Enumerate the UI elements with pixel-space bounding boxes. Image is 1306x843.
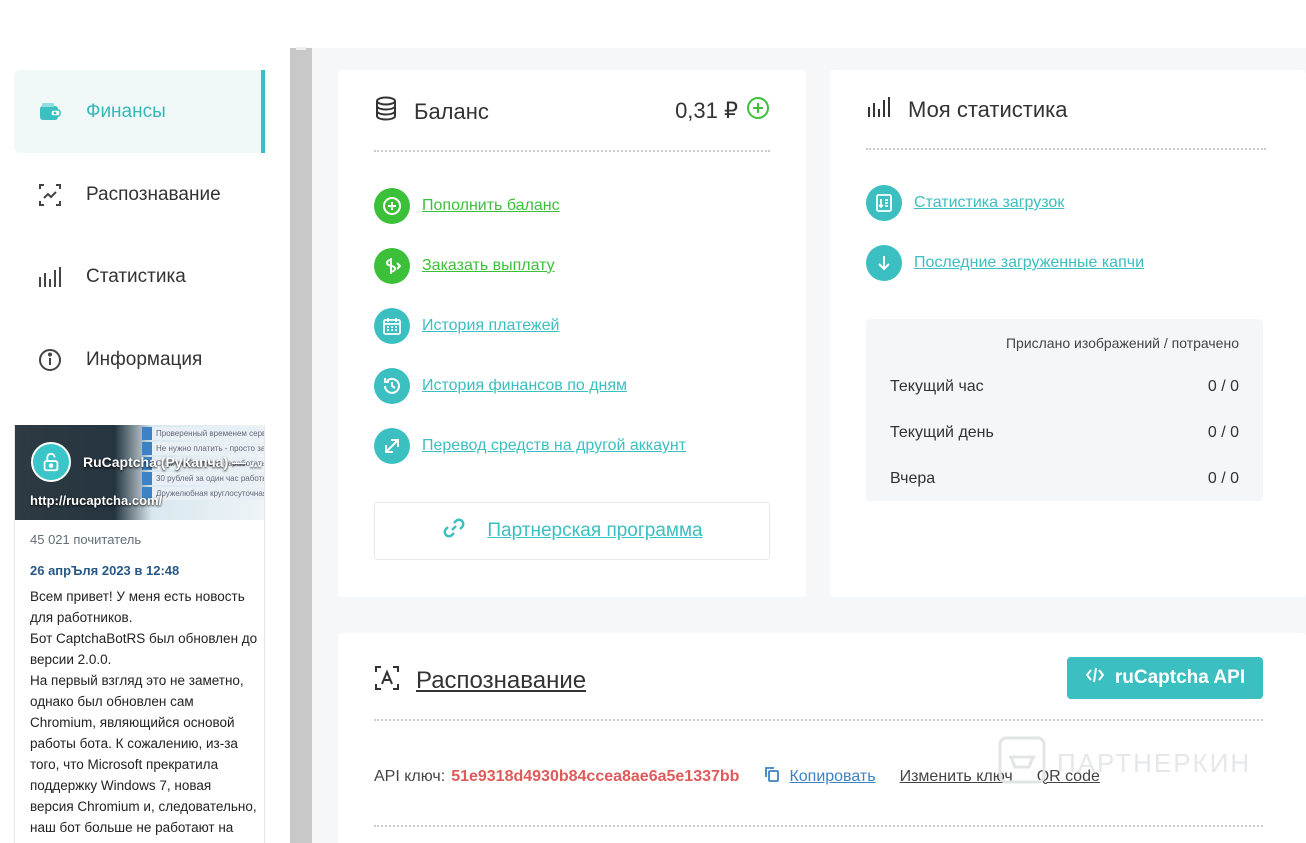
finance-history-link[interactable]: История финансов по дням [374, 368, 627, 404]
scrollbar[interactable] [290, 48, 312, 843]
partner-program-button[interactable]: Партнерская программа [374, 502, 770, 560]
transfer-funds-link[interactable]: Перевод средств на другой аккаунт [374, 428, 686, 464]
sidebar-item-label: Распознавание [86, 183, 221, 205]
vk-followers: 45 021 почитатель [30, 532, 142, 547]
scrollbar-arrow[interactable] [296, 47, 306, 50]
vk-post-text: Всем привет! У меня есть новость для раб… [30, 589, 258, 835]
api-key-row: API ключ: 51e9318d4930b84ccea8ae6a5e1337… [374, 765, 1100, 788]
recognition-header: Распознавание ruCaptcha API [374, 657, 1263, 721]
watermark: ПАРТНЕРКИН [997, 735, 1251, 792]
code-icon [1085, 665, 1105, 691]
balance-title: Баланс [414, 99, 489, 124]
watermark-logo-icon [997, 735, 1047, 792]
dollar-arrow-icon [374, 248, 410, 284]
calendar-icon [374, 308, 410, 344]
main-content: Баланс 0,31 ₽ Пополнить баланс Заказать … [312, 48, 1306, 843]
vk-banner[interactable]: Проверенный временем серви Не нужно плат… [15, 425, 264, 520]
transfer-arrows-icon [374, 428, 410, 464]
lock-logo-icon [31, 442, 71, 482]
api-key-label: API ключ: [374, 767, 446, 785]
add-balance-icon[interactable] [746, 96, 770, 126]
sidebar-item-label: Информация [86, 348, 203, 370]
vk-community-widget: Проверенный временем серви Не нужно плат… [14, 425, 265, 843]
sidebar-item-recognition[interactable]: Распознавание [14, 153, 265, 236]
link-chain-icon [441, 515, 467, 547]
info-icon [36, 346, 64, 374]
upload-stats-icon [866, 185, 902, 221]
balance-amount: 0,31 ₽ [675, 98, 738, 123]
payment-history-link[interactable]: История платежей [374, 308, 559, 344]
text-recognition-icon [374, 665, 400, 697]
recognition-title[interactable]: Распознавание [416, 667, 586, 695]
table-row: Вчера 0 / 0 [890, 470, 1239, 487]
bar-chart-icon [866, 94, 892, 126]
copy-icon[interactable] [763, 765, 781, 788]
sidebar-item-info[interactable]: Информация [14, 318, 265, 401]
vk-post-date[interactable]: 26 апрЪля 2023 в 12:48 [15, 547, 264, 578]
bar-chart-icon [36, 263, 64, 291]
sidebar-item-label: Статистика [86, 265, 186, 287]
latest-captchas-link[interactable]: Последние загруженные капчи [866, 245, 1144, 281]
table-row: Текущий час 0 / 0 [890, 378, 1239, 395]
stats-header: Моя статистика [866, 94, 1266, 150]
topup-balance-link[interactable]: Пополнить баланс [374, 188, 560, 224]
stats-card: Моя статистика Статистика загрузок После… [830, 70, 1306, 597]
sidebar: Финансы Распознавание Статистика Информа… [0, 0, 290, 843]
table-row: Текущий день 0 / 0 [890, 424, 1239, 441]
balance-header: Баланс 0,31 ₽ [374, 96, 770, 152]
wallet-icon [36, 98, 64, 126]
change-key-link[interactable]: Изменить ключ [900, 768, 1013, 786]
plus-circle-icon [374, 188, 410, 224]
coins-icon [374, 96, 398, 128]
balance-card: Баланс 0,31 ₽ Пополнить баланс Заказать … [338, 70, 806, 597]
upload-stats-link[interactable]: Статистика загрузок [866, 185, 1064, 221]
sidebar-item-label: Финансы [86, 100, 166, 122]
chart-line-icon [36, 181, 64, 209]
sidebar-item-finance[interactable]: Финансы [14, 70, 265, 153]
stats-table-header: Прислано изображений / потрачено [1005, 335, 1239, 351]
divider [374, 825, 1263, 827]
download-arrow-icon [866, 245, 902, 281]
vk-community-url[interactable]: http://rucaptcha.com/ [30, 493, 162, 508]
order-payout-link[interactable]: Заказать выплату [374, 248, 555, 284]
sidebar-item-statistics[interactable]: Статистика [14, 235, 265, 318]
history-clock-icon [374, 368, 410, 404]
rucaptcha-api-button[interactable]: ruCaptcha API [1067, 657, 1263, 699]
stats-title: Моя статистика [908, 97, 1068, 122]
stats-table: Прислано изображений / потрачено Текущий… [866, 319, 1263, 501]
vk-community-name[interactable]: RuCaptcha (РуКапча) — ... [83, 454, 262, 470]
copy-key-link[interactable]: Копировать [789, 768, 875, 786]
api-key-value: 51e9318d4930b84ccea8ae6a5e1337bb [451, 767, 740, 785]
